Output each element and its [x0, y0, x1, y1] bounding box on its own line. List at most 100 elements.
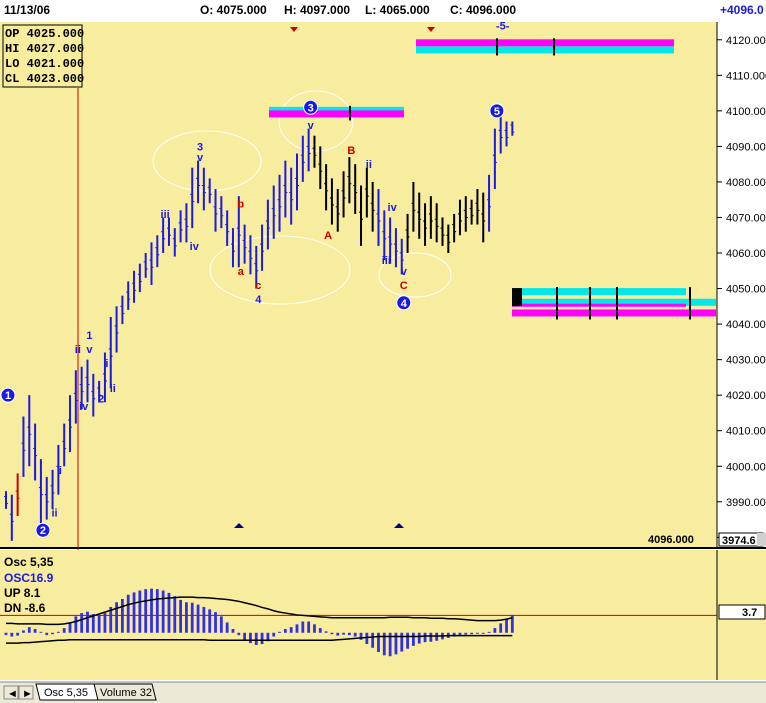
y-tick-label: 4090.000	[726, 141, 766, 153]
osc-bar	[51, 632, 54, 635]
osc-bar	[283, 629, 287, 633]
price-scroll[interactable]	[757, 533, 766, 546]
y-tick-label: 4050.000	[726, 284, 766, 296]
low-price-tag-text: 3974.6	[722, 535, 756, 547]
header-change: +4096.0	[720, 3, 764, 17]
osc-bar	[202, 606, 206, 633]
ohlc-high: HI 4027.000	[5, 42, 84, 56]
osc-bar	[74, 616, 78, 633]
chart-window: 11/13/06 O: 4075.000 H: 4097.000 L: 4065…	[0, 0, 766, 703]
wave-label: ii	[75, 344, 81, 356]
wave-label: ii	[366, 159, 372, 171]
osc-bar	[412, 632, 415, 646]
y-tick-label: 4080.000	[726, 177, 766, 189]
band-top-magenta	[416, 39, 674, 47]
osc-bar	[179, 599, 182, 633]
osc-bar	[138, 590, 142, 633]
osc-dn-label: DN -8.6	[4, 601, 46, 615]
wave-label: iv	[79, 401, 89, 413]
osc-bar	[33, 629, 37, 633]
wave-label: 1	[86, 330, 92, 342]
band-top-cyan	[416, 46, 674, 54]
osc-bar	[365, 632, 369, 645]
osc-bar	[80, 613, 84, 633]
header-low: L: 4065.000	[365, 3, 430, 17]
band-low-magenta	[512, 309, 716, 317]
osc-bar	[371, 632, 375, 648]
osc-bar	[307, 621, 311, 633]
osc-bar	[487, 631, 491, 633]
osc-bar	[225, 622, 229, 633]
osc-title: Osc 5,35	[4, 555, 54, 569]
wave-label: c	[255, 280, 261, 292]
wave-label: iv	[388, 202, 398, 214]
wave-label: b	[237, 198, 244, 210]
osc-bar	[493, 628, 497, 633]
osc-bar	[185, 602, 188, 633]
osc-bar	[254, 632, 258, 645]
osc-bar	[377, 632, 380, 653]
ohlc-open: OP 4025.000	[5, 27, 84, 41]
y-tick-label: 4000.000	[726, 461, 766, 473]
osc-bar	[347, 632, 351, 636]
osc-bar	[237, 632, 241, 636]
y-tick-label: 4100.000	[726, 106, 766, 118]
osc-bar	[16, 632, 20, 636]
osc-bar	[336, 632, 340, 636]
osc-bar	[231, 629, 235, 633]
ohlc-close: CL 4023.000	[5, 72, 84, 86]
osc-bar	[289, 627, 293, 633]
y-tick-label: 4040.000	[726, 319, 766, 331]
wave-label: i	[105, 358, 108, 370]
tab-scroll-right-icon: ►	[22, 688, 33, 700]
osc-bar	[115, 602, 118, 633]
osc-value-tag-text: 3.7	[742, 607, 757, 619]
osc-bar	[417, 632, 421, 644]
wave-label: -5-	[496, 21, 510, 33]
osc-bar	[155, 589, 159, 633]
wave-label-circled: 5	[494, 106, 500, 118]
y-tick-label: 4060.000	[726, 248, 766, 260]
osc-bar	[45, 632, 49, 636]
wave-label-circled: 2	[40, 525, 46, 537]
osc-bar	[324, 631, 328, 633]
osc-bar	[196, 604, 200, 633]
band-mid-magenta	[269, 110, 404, 118]
osc-bar	[260, 632, 264, 645]
osc-bar	[214, 612, 217, 633]
header-close: C: 4096.000	[450, 3, 516, 17]
osc-bar	[56, 631, 60, 633]
ohlc-low: LO 4021.000	[5, 57, 84, 71]
wave-label: i	[59, 465, 62, 477]
osc-bar	[330, 632, 334, 635]
wave-label: ii	[110, 383, 116, 395]
y-tick-label: 4020.000	[726, 390, 766, 402]
osc-bar	[68, 623, 72, 633]
osc-bar	[406, 632, 409, 649]
wave-label: a	[238, 266, 245, 278]
osc-bar	[464, 632, 468, 635]
header-date: 11/13/06	[4, 3, 50, 17]
tab-volume-label: Volume 32	[100, 687, 152, 699]
y-tick-label: 4030.000	[726, 355, 766, 367]
wave-label-circled: 3	[308, 102, 314, 114]
osc-bar	[423, 632, 427, 643]
osc-bar	[400, 632, 404, 652]
band-low-magenta-thin	[512, 303, 686, 307]
osc-bar	[103, 613, 107, 633]
osc-bar	[481, 632, 485, 634]
wave-label: v	[401, 266, 408, 278]
wave-label: B	[347, 145, 355, 157]
wave-label: 2	[98, 394, 104, 406]
osc-bar	[353, 632, 357, 637]
osc-value-label: OSC16.9	[4, 571, 54, 585]
band-low-cyan	[512, 288, 686, 296]
y-tick-label: 4120.000	[726, 35, 766, 47]
osc-bar	[150, 588, 153, 633]
osc-bar	[301, 621, 305, 633]
y-tick-label: 4010.000	[726, 426, 766, 438]
osc-bar	[342, 632, 345, 635]
osc-bar	[173, 596, 177, 633]
osc-bar	[10, 632, 14, 637]
wave-label: iv	[190, 241, 200, 253]
